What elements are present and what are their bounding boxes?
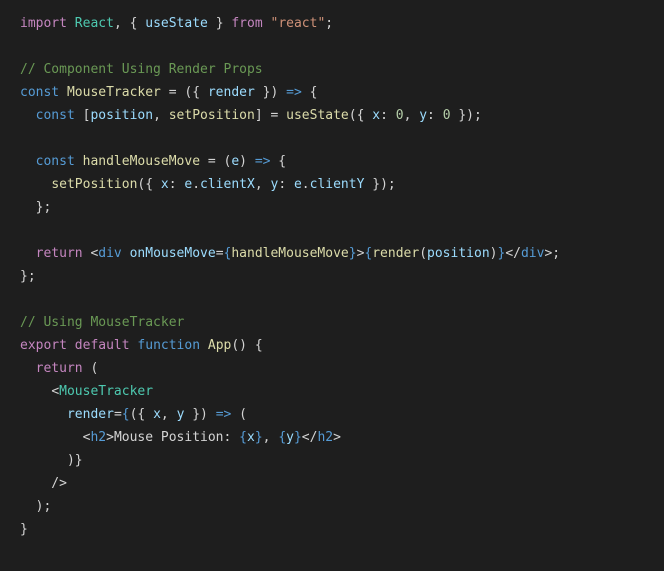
code-line: export default function App() { <box>20 338 263 353</box>
code-line <box>20 131 28 146</box>
code-line: setPosition({ x: e.clientX, y: e.clientY… <box>20 177 396 192</box>
code-line: const [position, setPosition] = useState… <box>20 108 482 123</box>
code-line: import React, { useState } from "react"; <box>20 16 333 31</box>
code-line: ); <box>20 499 51 514</box>
code-line: }; <box>20 269 36 284</box>
code-line <box>20 223 28 238</box>
code-line <box>20 292 28 307</box>
code-line <box>20 39 28 54</box>
code-line: return <div onMouseMove={handleMouseMove… <box>20 246 560 261</box>
code-line: // Component Using Render Props <box>20 62 263 77</box>
code-line: /> <box>20 476 67 491</box>
code-line: )} <box>20 453 83 468</box>
code-line: const MouseTracker = ({ render }) => { <box>20 85 317 100</box>
code-line: const handleMouseMove = (e) => { <box>20 154 286 169</box>
code-line: <h2>Mouse Position: {x}, {y}</h2> <box>20 430 341 445</box>
code-block: import React, { useState } from "react";… <box>20 12 644 541</box>
code-line: <MouseTracker <box>20 384 153 399</box>
code-line: render={({ x, y }) => ( <box>20 407 247 422</box>
code-line: }; <box>20 200 51 215</box>
code-line: return ( <box>20 361 98 376</box>
code-line: } <box>20 522 28 537</box>
code-line: // Using MouseTracker <box>20 315 184 330</box>
